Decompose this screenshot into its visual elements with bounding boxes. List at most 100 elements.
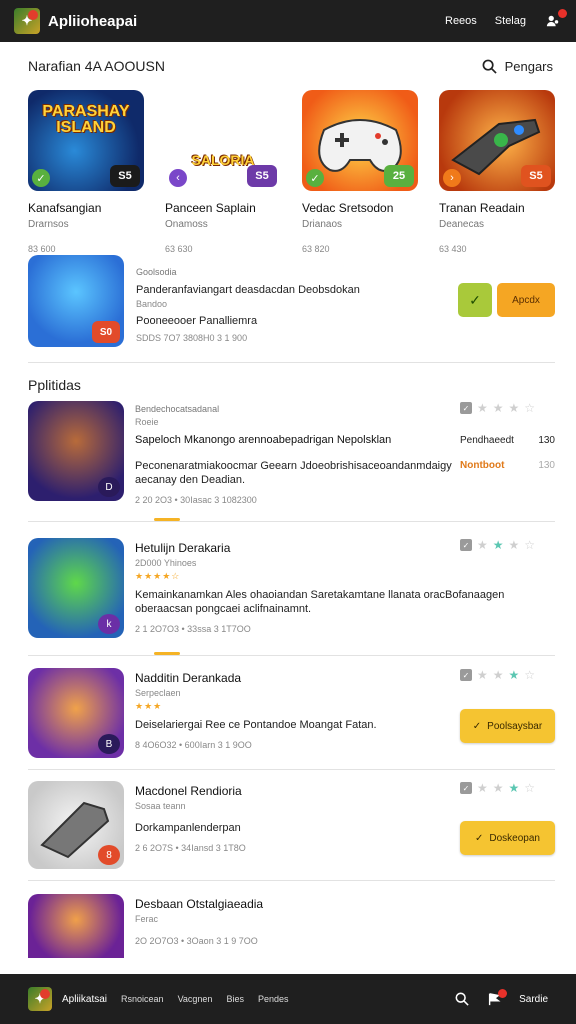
bottom-nav: Rsnoicean Vacgnen Bies Pendes: [121, 994, 288, 1004]
checkbox-icon[interactable]: ✓: [460, 782, 472, 794]
score-badge: S5: [521, 165, 551, 187]
game-card[interactable]: SALORIA ‹ S5 Panceen Saplain Onamoss 63 …: [165, 90, 281, 254]
star-icon[interactable]: ★: [509, 781, 520, 795]
check-icon: ›: [443, 169, 461, 187]
divider: [28, 362, 555, 363]
game-card[interactable]: ✓ 25 Vedac Sretsodon Drianaos 63 820: [302, 90, 418, 254]
game-card[interactable]: PARASHAY ISLAND ✓ S5 Kanafsangian Drarns…: [28, 90, 144, 254]
app-logo-icon[interactable]: ✦: [28, 987, 52, 1011]
checkbox-icon[interactable]: ✓: [460, 402, 472, 414]
check-icon: ‹: [169, 169, 187, 187]
item-thumbnail: D: [28, 401, 124, 501]
item-thumbnail: 8: [28, 781, 124, 869]
item-badge: D: [98, 477, 120, 497]
primary-action-button[interactable]: ✓ Poolsaysbar: [460, 709, 555, 743]
list-item[interactable]: D Bendechocatsadanal Roeie Sapeloch Mkan…: [28, 401, 555, 505]
top-nav-item-2[interactable]: Stelag: [495, 15, 526, 27]
flag-icon[interactable]: [487, 989, 508, 1006]
item-sub: 2D000 Yhinoes: [135, 558, 197, 568]
item-side: ✓ ★ ★ ★ ☆ Pendhaeedt 130 Nontboot 130: [460, 401, 555, 505]
card-sub: Drianaos: [302, 219, 343, 230]
side-stat-2: Nontboot 130: [460, 460, 555, 471]
item-meta: 2 20 2O3 • 30Iasac 3 1082300: [135, 495, 257, 505]
item-title: Sapeloch Mkanongo arennoabepadrigan Nepo…: [135, 434, 392, 446]
bottom-app-name: Apliikatsai: [62, 993, 108, 1005]
game-card[interactable]: › S5 Tranan Readain Deanecas 63 430: [439, 90, 555, 254]
app-logo-icon[interactable]: ✦: [14, 8, 40, 34]
featured-cards: PARASHAY ISLAND ✓ S5 Kanafsangian Drarns…: [28, 90, 555, 254]
bottom-nav-item[interactable]: Rsnoicean: [121, 994, 164, 1004]
card-stat: 63 430: [439, 244, 467, 254]
star-icon[interactable]: ★: [477, 401, 488, 415]
item-info: Desbaan Otstalgiaeadia Ferac 2O 2O7O3 • …: [135, 894, 455, 958]
item-badge: 8: [98, 845, 120, 865]
notification-dot: [498, 989, 508, 998]
primary-action-button[interactable]: ✓ Doskeopan: [460, 821, 555, 855]
star-icon[interactable]: ★: [509, 668, 520, 682]
user-icon[interactable]: [544, 9, 567, 30]
confirm-button[interactable]: ✓: [458, 283, 492, 317]
side-label-highlight: Nontboot: [460, 460, 505, 471]
card-name: Kanafsangian: [28, 201, 102, 215]
bottom-right-label[interactable]: Sardie: [519, 994, 548, 1005]
search-button[interactable]: Pengars: [482, 59, 553, 74]
search-label: Pengars: [504, 58, 553, 74]
star-icon[interactable]: ★: [509, 401, 520, 415]
top-nav: Reeos Stelag: [445, 9, 567, 30]
item-sub: Ferac: [135, 914, 159, 924]
list-item[interactable]: k Hetulijn Derakaria 2D000 Yhinoes ★★★★☆…: [28, 538, 555, 638]
star-outline-icon[interactable]: ☆: [524, 668, 535, 682]
item-category: Hetulijn Derakaria: [135, 541, 231, 555]
star-icon[interactable]: ★: [477, 781, 488, 795]
thumbnail-title-art: PARASHAY ISLAND: [42, 103, 130, 136]
item-thumbnail: k: [28, 538, 124, 638]
game-thumbnail: SALORIA ‹ S5: [165, 90, 281, 191]
item-category: Bendechocatsadanal: [135, 404, 220, 414]
item-desc: Peconenaratmiakoocmar Geearn Jdoeobrishi…: [135, 460, 452, 486]
side-value: 130: [538, 435, 555, 446]
checkbox-icon[interactable]: ✓: [460, 669, 472, 681]
star-icon[interactable]: ★: [477, 538, 488, 552]
list-item[interactable]: Desbaan Otstalgiaeadia Ferac 2O 2O7O3 • …: [28, 894, 555, 958]
star-icon[interactable]: ★: [477, 668, 488, 682]
item-info: Macdonel Rendioria Sosaa teann Dorkampan…: [135, 781, 455, 869]
section-title: Narafian 4A AOOUSN: [28, 58, 165, 74]
card-name: Tranan Readain: [439, 201, 525, 215]
checkbox-icon[interactable]: ✓: [460, 539, 472, 551]
list-item[interactable]: 8 Macdonel Rendioria Sosaa teann Dorkamp…: [28, 781, 555, 869]
card-stat: 63 630: [165, 244, 193, 254]
button-label: Poolsaysbar: [487, 720, 543, 732]
item-category: Nadditin Derankada: [135, 671, 242, 685]
bottom-nav-item[interactable]: Bies: [226, 994, 244, 1004]
item-info: Nadditin Derankada Serpeclaen ★★★ Deisel…: [135, 668, 455, 758]
list-item[interactable]: B Nadditin Derankada Serpeclaen ★★★ Deis…: [28, 668, 555, 758]
item-sub: Sosaa teann: [135, 801, 186, 811]
star-icon[interactable]: ★: [493, 538, 504, 552]
item-info: Bendechocatsadanal Roeie Sapeloch Mkanon…: [135, 401, 455, 505]
bottom-nav-item[interactable]: Pendes: [258, 994, 289, 1004]
rating: ✓ ★ ★ ★ ☆: [460, 538, 555, 552]
star-icon[interactable]: ★: [509, 538, 520, 552]
star-outline-icon[interactable]: ☆: [524, 538, 535, 552]
top-nav-item-1[interactable]: Reeos: [445, 15, 477, 27]
star-icon[interactable]: ★: [493, 668, 504, 682]
side-label: Pendhaeedt: [460, 435, 514, 446]
bottom-nav-item[interactable]: Vacgnen: [178, 994, 213, 1004]
star-outline-icon[interactable]: ☆: [524, 401, 535, 415]
search-icon[interactable]: [455, 992, 469, 1006]
item-meta: 2 1 2O7O3 • 33ssa 3 1T7OO: [135, 624, 251, 634]
side-value: 130: [538, 460, 555, 471]
star-outline-icon[interactable]: ☆: [524, 781, 535, 795]
featured-headline: Panderanfaviangart deasdacdan Deobsdokan: [136, 284, 360, 296]
divider: [28, 655, 555, 656]
item-side: ✓ ★ ★ ★ ☆ ✓ Poolsaysbar: [460, 668, 555, 758]
star-icon[interactable]: ★: [493, 781, 504, 795]
card-name: Vedac Sretsodon: [302, 201, 394, 215]
featured-item[interactable]: S0 Goolsodia Panderanfaviangart deasdacd…: [28, 255, 555, 347]
accept-button[interactable]: Apcdx: [497, 283, 555, 317]
item-side: ✓ ★ ★ ★ ☆: [460, 538, 555, 638]
star-icon[interactable]: ★: [493, 401, 504, 415]
featured-thumbnail: S0: [28, 255, 124, 347]
item-category: Desbaan Otstalgiaeadia: [135, 897, 264, 911]
card-sub: Deanecas: [439, 219, 485, 230]
